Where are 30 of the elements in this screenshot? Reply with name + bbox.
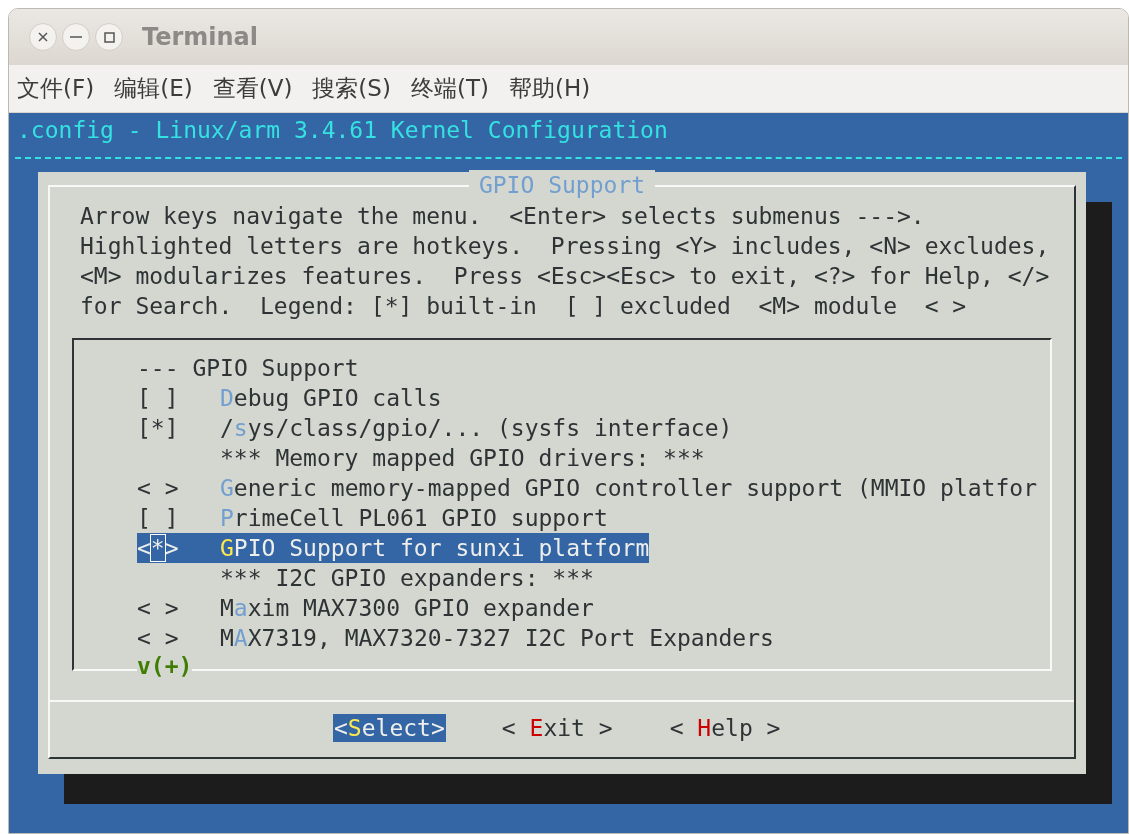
dialog-button[interactable]: < Help > [668, 714, 782, 742]
menu-entry[interactable]: 帮助(H) [508, 71, 591, 106]
menu-entry[interactable]: 编辑(E) [114, 71, 193, 106]
help-text: Arrow keys navigate the menu. <Enter> selects submenus --->. Highlighted letters are hotkeys. Pressing <Y> includes, <N> excludes, <M> modularizes features. Press <Esc><Esc> to exit, <?> for Help, </> for Search. Legend: [*] built-in [ ] excluded <M> module < > [80, 202, 1050, 321]
menu-item[interactable]: [*] /sys/class/gpio/... (sysfs interface) [137, 413, 733, 443]
window-title: Terminal [142, 22, 259, 53]
menu-entry[interactable]: 查看(V) [212, 71, 293, 106]
menu-item[interactable]: *** Memory mapped GPIO drivers: *** [137, 443, 705, 473]
more-indicator: v(+) [137, 653, 193, 679]
minimize-icon [70, 36, 82, 38]
close-button[interactable] [29, 23, 57, 51]
dialog-button[interactable]: <Select> [333, 714, 446, 742]
menu-item[interactable]: <*> GPIO Support for sunxi platform [137, 533, 650, 563]
menu-entry[interactable]: 文件(F) [17, 71, 95, 106]
menu-item[interactable]: < > MAX7319, MAX7320-7327 I2C Port Expanders [137, 623, 774, 653]
menu-item[interactable]: < > Maxim MAX7300 GPIO expander [137, 593, 594, 623]
menu-item[interactable]: --- GPIO Support [137, 353, 359, 383]
close-icon [38, 32, 48, 42]
dialog-button[interactable]: < Exit > [500, 714, 614, 742]
menu-item[interactable]: [ ] PrimeCell PL061 GPIO support [137, 503, 608, 533]
maximize-button[interactable] [95, 23, 123, 51]
dialog-title: GPIO Support [468, 170, 656, 200]
header-text: .config - Linux/arm 3.4.61 Kernel Configuration [16, 116, 668, 145]
maximize-icon [103, 31, 115, 43]
menu-item[interactable]: < > Generic memory-mapped GPIO controller support (MMIO platfor [137, 473, 1037, 503]
menu-entry[interactable]: 终端(T) [410, 71, 489, 106]
minimize-button[interactable] [62, 23, 90, 51]
menu-entry[interactable]: 搜索(S) [312, 71, 391, 106]
menu-item[interactable]: [ ] Debug GPIO calls [137, 383, 442, 413]
menu-item[interactable]: *** I2C GPIO expanders: *** [137, 563, 594, 593]
